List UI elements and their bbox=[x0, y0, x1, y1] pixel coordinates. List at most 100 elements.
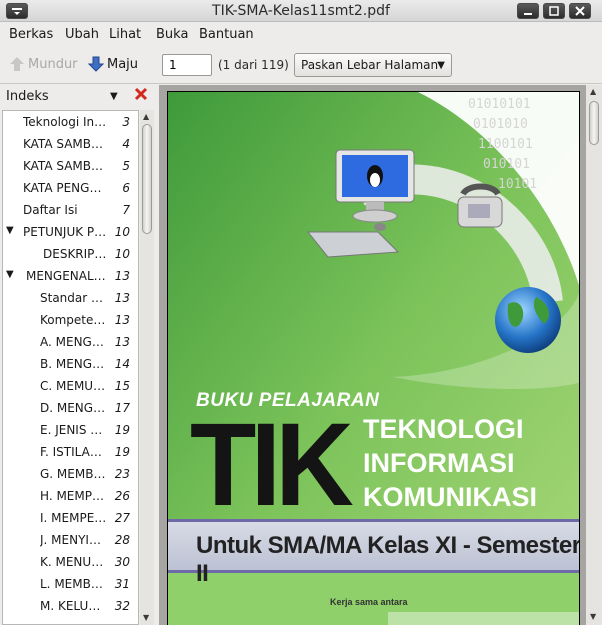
cover-line-2: INFORMASI bbox=[363, 448, 515, 478]
outline-item[interactable]: Standar Ko… 13 bbox=[3, 288, 138, 310]
outline-item-label: J. MENYIMP… bbox=[40, 533, 108, 547]
outline-item-page: 23 bbox=[114, 467, 130, 481]
outline-item-label: MENGENAL O… bbox=[26, 269, 108, 283]
menu-ubah[interactable]: Ubah bbox=[65, 27, 99, 42]
outline-item-page: 32 bbox=[114, 599, 130, 613]
outline-item[interactable]: F. ISTILAH … 19 bbox=[3, 442, 138, 464]
outline-item-label: H. MEMPE… bbox=[40, 489, 108, 503]
arrow-down-icon bbox=[88, 56, 104, 72]
outline-item[interactable]: I. MEMPER… 27 bbox=[3, 508, 138, 530]
close-icon bbox=[575, 6, 585, 16]
binary-pattern: 01010101 bbox=[468, 97, 531, 112]
zoom-value: Paskan Lebar Halaman bbox=[301, 58, 439, 72]
zoom-select[interactable]: Paskan Lebar Halaman ▼ bbox=[294, 53, 452, 77]
sidebar: Indeks ▼ Teknologi Info…3KATA SAMBUT…4KA… bbox=[0, 85, 157, 625]
toolbar: Mundur Maju (1 dari 119) Paskan Lebar Ha… bbox=[0, 46, 602, 84]
minimize-icon bbox=[524, 13, 532, 15]
menu-lihat[interactable]: Lihat bbox=[109, 27, 141, 42]
outline-item-label: K. MENUTU… bbox=[40, 555, 108, 569]
outline-item-page: 10 bbox=[114, 225, 130, 239]
outline-item[interactable]: Kompetens… 13 bbox=[3, 310, 138, 332]
minimize-button[interactable] bbox=[517, 3, 539, 19]
page-number-input[interactable] bbox=[162, 54, 212, 76]
outline-item[interactable]: M. KELUAR … 32 bbox=[3, 596, 138, 618]
outline-tree[interactable]: Teknologi Info…3KATA SAMBUT…4KATA SAMBUT… bbox=[2, 110, 139, 625]
scroll-down-icon[interactable]: ▼ bbox=[143, 613, 149, 622]
scroll-up-icon[interactable]: ▲ bbox=[590, 87, 596, 96]
close-sidebar-icon[interactable] bbox=[133, 86, 149, 105]
outline-item-label: L. MEMBU… bbox=[40, 577, 108, 591]
outline-item[interactable]: ▼ PETUNJUK PEN… 10 bbox=[3, 222, 138, 244]
outline-item[interactable]: Teknologi Info… 3 bbox=[3, 112, 138, 134]
globe-icon bbox=[495, 287, 561, 353]
outline-item-label: B. MENGE… bbox=[40, 357, 108, 371]
outline-item[interactable]: J. MENYIMP… 28 bbox=[3, 530, 138, 552]
outline-item[interactable]: DESKRIPSI … 10 bbox=[3, 244, 138, 266]
scrollbar-thumb[interactable] bbox=[589, 101, 599, 145]
scroll-down-icon[interactable]: ▼ bbox=[590, 612, 596, 621]
outline-item[interactable]: KATA SAMBUT… 5 bbox=[3, 156, 138, 178]
title-bar: TIK-SMA-Kelas11smt2.pdf bbox=[0, 0, 602, 22]
outline-item-page: 6 bbox=[122, 181, 130, 195]
outline-item-label: Daftar Isi bbox=[23, 203, 78, 217]
outline-item[interactable]: KATA PENGAN… 6 bbox=[3, 178, 138, 200]
page-count: (1 dari 119) bbox=[218, 58, 289, 72]
outline-item[interactable]: K. MENUTU… 30 bbox=[3, 552, 138, 574]
document-scrollbar[interactable]: ▲ ▼ bbox=[586, 85, 602, 625]
outline-item[interactable]: E. JENIS D… 19 bbox=[3, 420, 138, 442]
scroll-up-icon[interactable]: ▲ bbox=[143, 112, 149, 121]
outline-item-page: 31 bbox=[114, 577, 130, 591]
menu-berkas[interactable]: Berkas bbox=[9, 27, 53, 42]
outline-item-label: I. MEMPER… bbox=[40, 511, 108, 525]
expander-icon[interactable]: ▼ bbox=[6, 225, 14, 236]
outline-item[interactable]: A. MENGE… 13 bbox=[3, 332, 138, 354]
expander-icon[interactable]: ▼ bbox=[6, 269, 14, 280]
cover-title-lines: TEKNOLOGI INFORMASI KOMUNIKASI bbox=[363, 412, 537, 514]
outline-item-page: 4 bbox=[122, 137, 130, 151]
outline-item-label: M. KELUAR … bbox=[40, 599, 108, 613]
outline-item[interactable]: B. MENGE… 14 bbox=[3, 354, 138, 376]
outline-item-label: Standar Ko… bbox=[40, 291, 108, 305]
outline-item[interactable]: Daftar Isi 7 bbox=[3, 200, 138, 222]
scrollbar-thumb[interactable] bbox=[142, 124, 152, 234]
forward-label: Maju bbox=[107, 56, 139, 72]
outline-item-page: 5 bbox=[122, 159, 130, 173]
outline-item-page: 3 bbox=[122, 115, 130, 129]
sidebar-mode-label[interactable]: Indeks bbox=[6, 89, 49, 104]
outline-item-page: 17 bbox=[114, 401, 130, 415]
menu-buka[interactable]: Buka bbox=[156, 27, 188, 42]
outline-item[interactable]: D. MENGE… 17 bbox=[3, 398, 138, 420]
outline-item-page: 26 bbox=[114, 489, 130, 503]
window-title: TIK-SMA-Kelas11smt2.pdf bbox=[212, 3, 390, 19]
outline-item[interactable]: H. MEMPE… 26 bbox=[3, 486, 138, 508]
outline-item-label: Teknologi Info… bbox=[23, 115, 108, 129]
outline-item-page: 13 bbox=[114, 269, 130, 283]
dropdown-arrow-icon[interactable]: ▼ bbox=[110, 91, 118, 102]
svg-text:0101010: 0101010 bbox=[473, 117, 528, 132]
menu-bantuan[interactable]: Bantuan bbox=[199, 27, 254, 42]
outline-item-page: 30 bbox=[114, 555, 130, 569]
outline-item[interactable]: G. MEMBU… 23 bbox=[3, 464, 138, 486]
back-button[interactable]: Mundur bbox=[9, 56, 78, 72]
document-view[interactable]: 01010101 0101010 1100101 010101 10101 BU… bbox=[159, 85, 602, 625]
outline-item-page: 19 bbox=[114, 423, 130, 437]
outline-item-label: C. MEMUL… bbox=[40, 379, 108, 393]
close-button[interactable] bbox=[569, 3, 591, 19]
arrow-up-icon bbox=[10, 57, 24, 71]
outline-item-page: 13 bbox=[114, 313, 130, 327]
outline-item-label: F. ISTILAH … bbox=[40, 445, 108, 459]
pdf-page: 01010101 0101010 1100101 010101 10101 BU… bbox=[167, 91, 580, 625]
outline-item[interactable]: L. MEMBU… 31 bbox=[3, 574, 138, 596]
sidebar-scrollbar[interactable]: ▲ ▼ bbox=[140, 110, 154, 625]
outline-item-page: 14 bbox=[114, 357, 130, 371]
outline-item-label: Kompetens… bbox=[40, 313, 108, 327]
cover-line-3: KOMUNIKASI bbox=[363, 482, 537, 512]
outline-item-label: KATA SAMBUT… bbox=[23, 159, 108, 173]
outline-item-label: G. MEMBU… bbox=[40, 467, 108, 481]
outline-item[interactable]: KATA SAMBUT… 4 bbox=[3, 134, 138, 156]
maximize-button[interactable] bbox=[543, 3, 565, 19]
outline-item-label: D. MENGE… bbox=[40, 401, 108, 415]
outline-item[interactable]: C. MEMUL… 15 bbox=[3, 376, 138, 398]
forward-button[interactable]: Maju bbox=[88, 56, 138, 72]
outline-item[interactable]: ▼ MENGENAL O… 13 bbox=[3, 266, 138, 288]
